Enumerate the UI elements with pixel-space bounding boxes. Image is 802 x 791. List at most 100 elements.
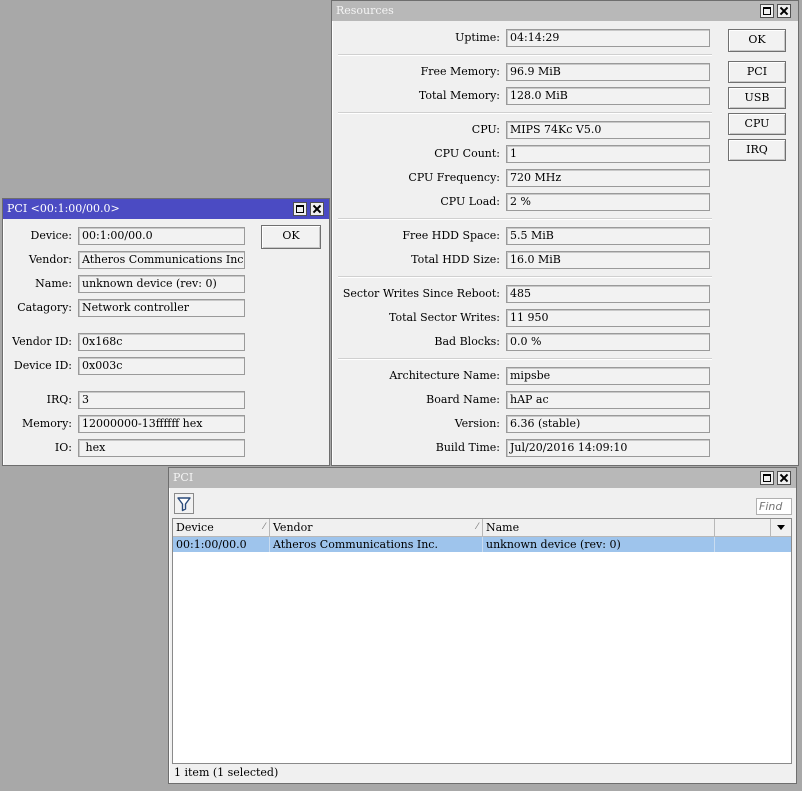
- board-name-row: Board Name: hAP ac: [332, 391, 710, 409]
- cell-vendor: Atheros Communications Inc.: [270, 537, 483, 552]
- category-field[interactable]: Network controller: [78, 299, 245, 317]
- usb-button[interactable]: USB: [728, 87, 786, 109]
- vendor-id-field[interactable]: 0x168c: [78, 333, 245, 351]
- cpu-button[interactable]: CPU: [728, 113, 786, 135]
- version-field[interactable]: 6.36 (stable): [506, 415, 710, 433]
- resources-title: Resources: [336, 4, 394, 17]
- io-field[interactable]: hex: [78, 439, 245, 457]
- maximize-icon[interactable]: [760, 471, 774, 485]
- device-field[interactable]: 00:1:00/00.0: [78, 227, 245, 245]
- build-time-field[interactable]: Jul/20/2016 14:09:10: [506, 439, 710, 457]
- separator: [338, 112, 712, 114]
- free-hdd-field[interactable]: 5.5 MiB: [506, 227, 710, 245]
- find-input[interactable]: [756, 498, 792, 515]
- cpu-count-label: CPU Count:: [434, 147, 500, 160]
- name-row: Name: unknown device (rev: 0): [3, 275, 245, 293]
- device-id-label: Device ID:: [13, 359, 72, 372]
- cpu-field[interactable]: MIPS 74Kc V5.0: [506, 121, 710, 139]
- vendor-id-label: Vendor ID:: [12, 335, 72, 348]
- close-icon[interactable]: [310, 202, 324, 216]
- architecture-label: Architecture Name:: [389, 369, 500, 382]
- device-id-field[interactable]: 0x003c: [78, 357, 245, 375]
- sector-writes-reboot-row: Sector Writes Since Reboot: 485: [332, 285, 710, 303]
- sector-writes-reboot-label: Sector Writes Since Reboot:: [342, 287, 500, 300]
- bad-blocks-row: Bad Blocks: 0.0 %: [332, 333, 710, 351]
- ok-button[interactable]: OK: [261, 225, 321, 249]
- cpu-frequency-row: CPU Frequency: 720 MHz: [332, 169, 710, 187]
- filter-button[interactable]: [174, 493, 194, 514]
- filter-icon: [177, 497, 191, 512]
- vendor-row: Vendor: Atheros Communications Inc.: [3, 251, 245, 269]
- device-row: Device: 00:1:00/00.0: [3, 227, 245, 245]
- separator: [338, 54, 712, 56]
- irq-label: IRQ:: [46, 393, 72, 406]
- pci-detail-titlebar[interactable]: PCI <00:1:00/00.0>: [3, 199, 329, 219]
- version-label: Version:: [454, 417, 500, 430]
- cpu-row: CPU: MIPS 74Kc V5.0: [332, 121, 710, 139]
- uptime-label: Uptime:: [455, 31, 500, 44]
- cpu-load-field[interactable]: 2 %: [506, 193, 710, 211]
- cell-device: 00:1:00/00.0: [173, 537, 270, 552]
- build-time-label: Build Time:: [435, 441, 500, 454]
- separator: [338, 358, 712, 360]
- maximize-icon[interactable]: [293, 202, 307, 216]
- board-name-field[interactable]: hAP ac: [506, 391, 710, 409]
- pci-button[interactable]: PCI: [728, 61, 786, 83]
- column-header-extra[interactable]: [715, 519, 771, 536]
- close-icon[interactable]: [777, 4, 791, 18]
- table-header: Device ⁄ Vendor ⁄ Name: [173, 519, 791, 537]
- bad-blocks-label: Bad Blocks:: [434, 335, 500, 348]
- total-memory-row: Total Memory: 128.0 MiB: [332, 87, 710, 105]
- category-row: Catagory: Network controller: [3, 299, 245, 317]
- column-header-device[interactable]: Device ⁄: [173, 519, 270, 536]
- cpu-frequency-field[interactable]: 720 MHz: [506, 169, 710, 187]
- device-label: Device:: [30, 229, 72, 242]
- name-label: Name:: [35, 277, 72, 290]
- irq-field[interactable]: 3: [78, 391, 245, 409]
- vendor-field[interactable]: Atheros Communications Inc.: [78, 251, 245, 269]
- cpu-frequency-label: CPU Frequency:: [408, 171, 500, 184]
- total-sector-writes-field[interactable]: 11 950: [506, 309, 710, 327]
- board-name-label: Board Name:: [426, 393, 500, 406]
- architecture-field[interactable]: mipsbe: [506, 367, 710, 385]
- free-memory-field[interactable]: 96.9 MiB: [506, 63, 710, 81]
- table-row[interactable]: 00:1:00/00.0 Atheros Communications Inc.…: [173, 537, 791, 552]
- total-sector-writes-label: Total Sector Writes:: [389, 311, 500, 324]
- pci-list-window: PCI Device ⁄ Vendor ⁄ Name: [168, 467, 797, 784]
- free-memory-label: Free Memory:: [420, 65, 500, 78]
- vendor-id-row: Vendor ID: 0x168c: [3, 333, 245, 351]
- memory-row: Memory: 12000000-13ffffff hex: [3, 415, 245, 433]
- cpu-count-field[interactable]: 1: [506, 145, 710, 163]
- pci-list-titlebar[interactable]: PCI: [169, 468, 796, 488]
- maximize-icon[interactable]: [760, 4, 774, 18]
- cpu-count-row: CPU Count: 1: [332, 145, 710, 163]
- total-memory-field[interactable]: 128.0 MiB: [506, 87, 710, 105]
- bad-blocks-field[interactable]: 0.0 %: [506, 333, 710, 351]
- name-field[interactable]: unknown device (rev: 0): [78, 275, 245, 293]
- pci-table: Device ⁄ Vendor ⁄ Name 00:1:00/00.0 Athe…: [172, 518, 792, 764]
- total-hdd-field[interactable]: 16.0 MiB: [506, 251, 710, 269]
- free-hdd-label: Free HDD Space:: [402, 229, 500, 242]
- free-hdd-row: Free HDD Space: 5.5 MiB: [332, 227, 710, 245]
- resources-titlebar[interactable]: Resources: [332, 1, 798, 21]
- version-row: Version: 6.36 (stable): [332, 415, 710, 433]
- column-chooser-button[interactable]: [771, 519, 791, 536]
- ok-button[interactable]: OK: [728, 29, 786, 52]
- free-memory-row: Free Memory: 96.9 MiB: [332, 63, 710, 81]
- sector-writes-reboot-field[interactable]: 485: [506, 285, 710, 303]
- irq-button[interactable]: IRQ: [728, 139, 786, 161]
- sort-indicator-icon: ⁄: [263, 522, 265, 532]
- irq-row: IRQ: 3: [3, 391, 245, 409]
- resources-window: Resources Uptime: 04:14:29 Free Memory: …: [331, 0, 799, 466]
- column-header-vendor[interactable]: Vendor ⁄: [270, 519, 483, 536]
- memory-field[interactable]: 12000000-13ffffff hex: [78, 415, 245, 433]
- total-hdd-label: Total HDD Size:: [411, 253, 500, 266]
- cell-name: unknown device (rev: 0): [483, 537, 715, 552]
- sort-indicator-icon: ⁄: [476, 522, 478, 532]
- column-header-name[interactable]: Name: [483, 519, 715, 536]
- memory-label: Memory:: [21, 417, 72, 430]
- pci-detail-window: PCI <00:1:00/00.0> Device: 00:1:00/00.0 …: [2, 198, 330, 466]
- total-sector-writes-row: Total Sector Writes: 11 950: [332, 309, 710, 327]
- close-icon[interactable]: [777, 471, 791, 485]
- uptime-field[interactable]: 04:14:29: [506, 29, 710, 47]
